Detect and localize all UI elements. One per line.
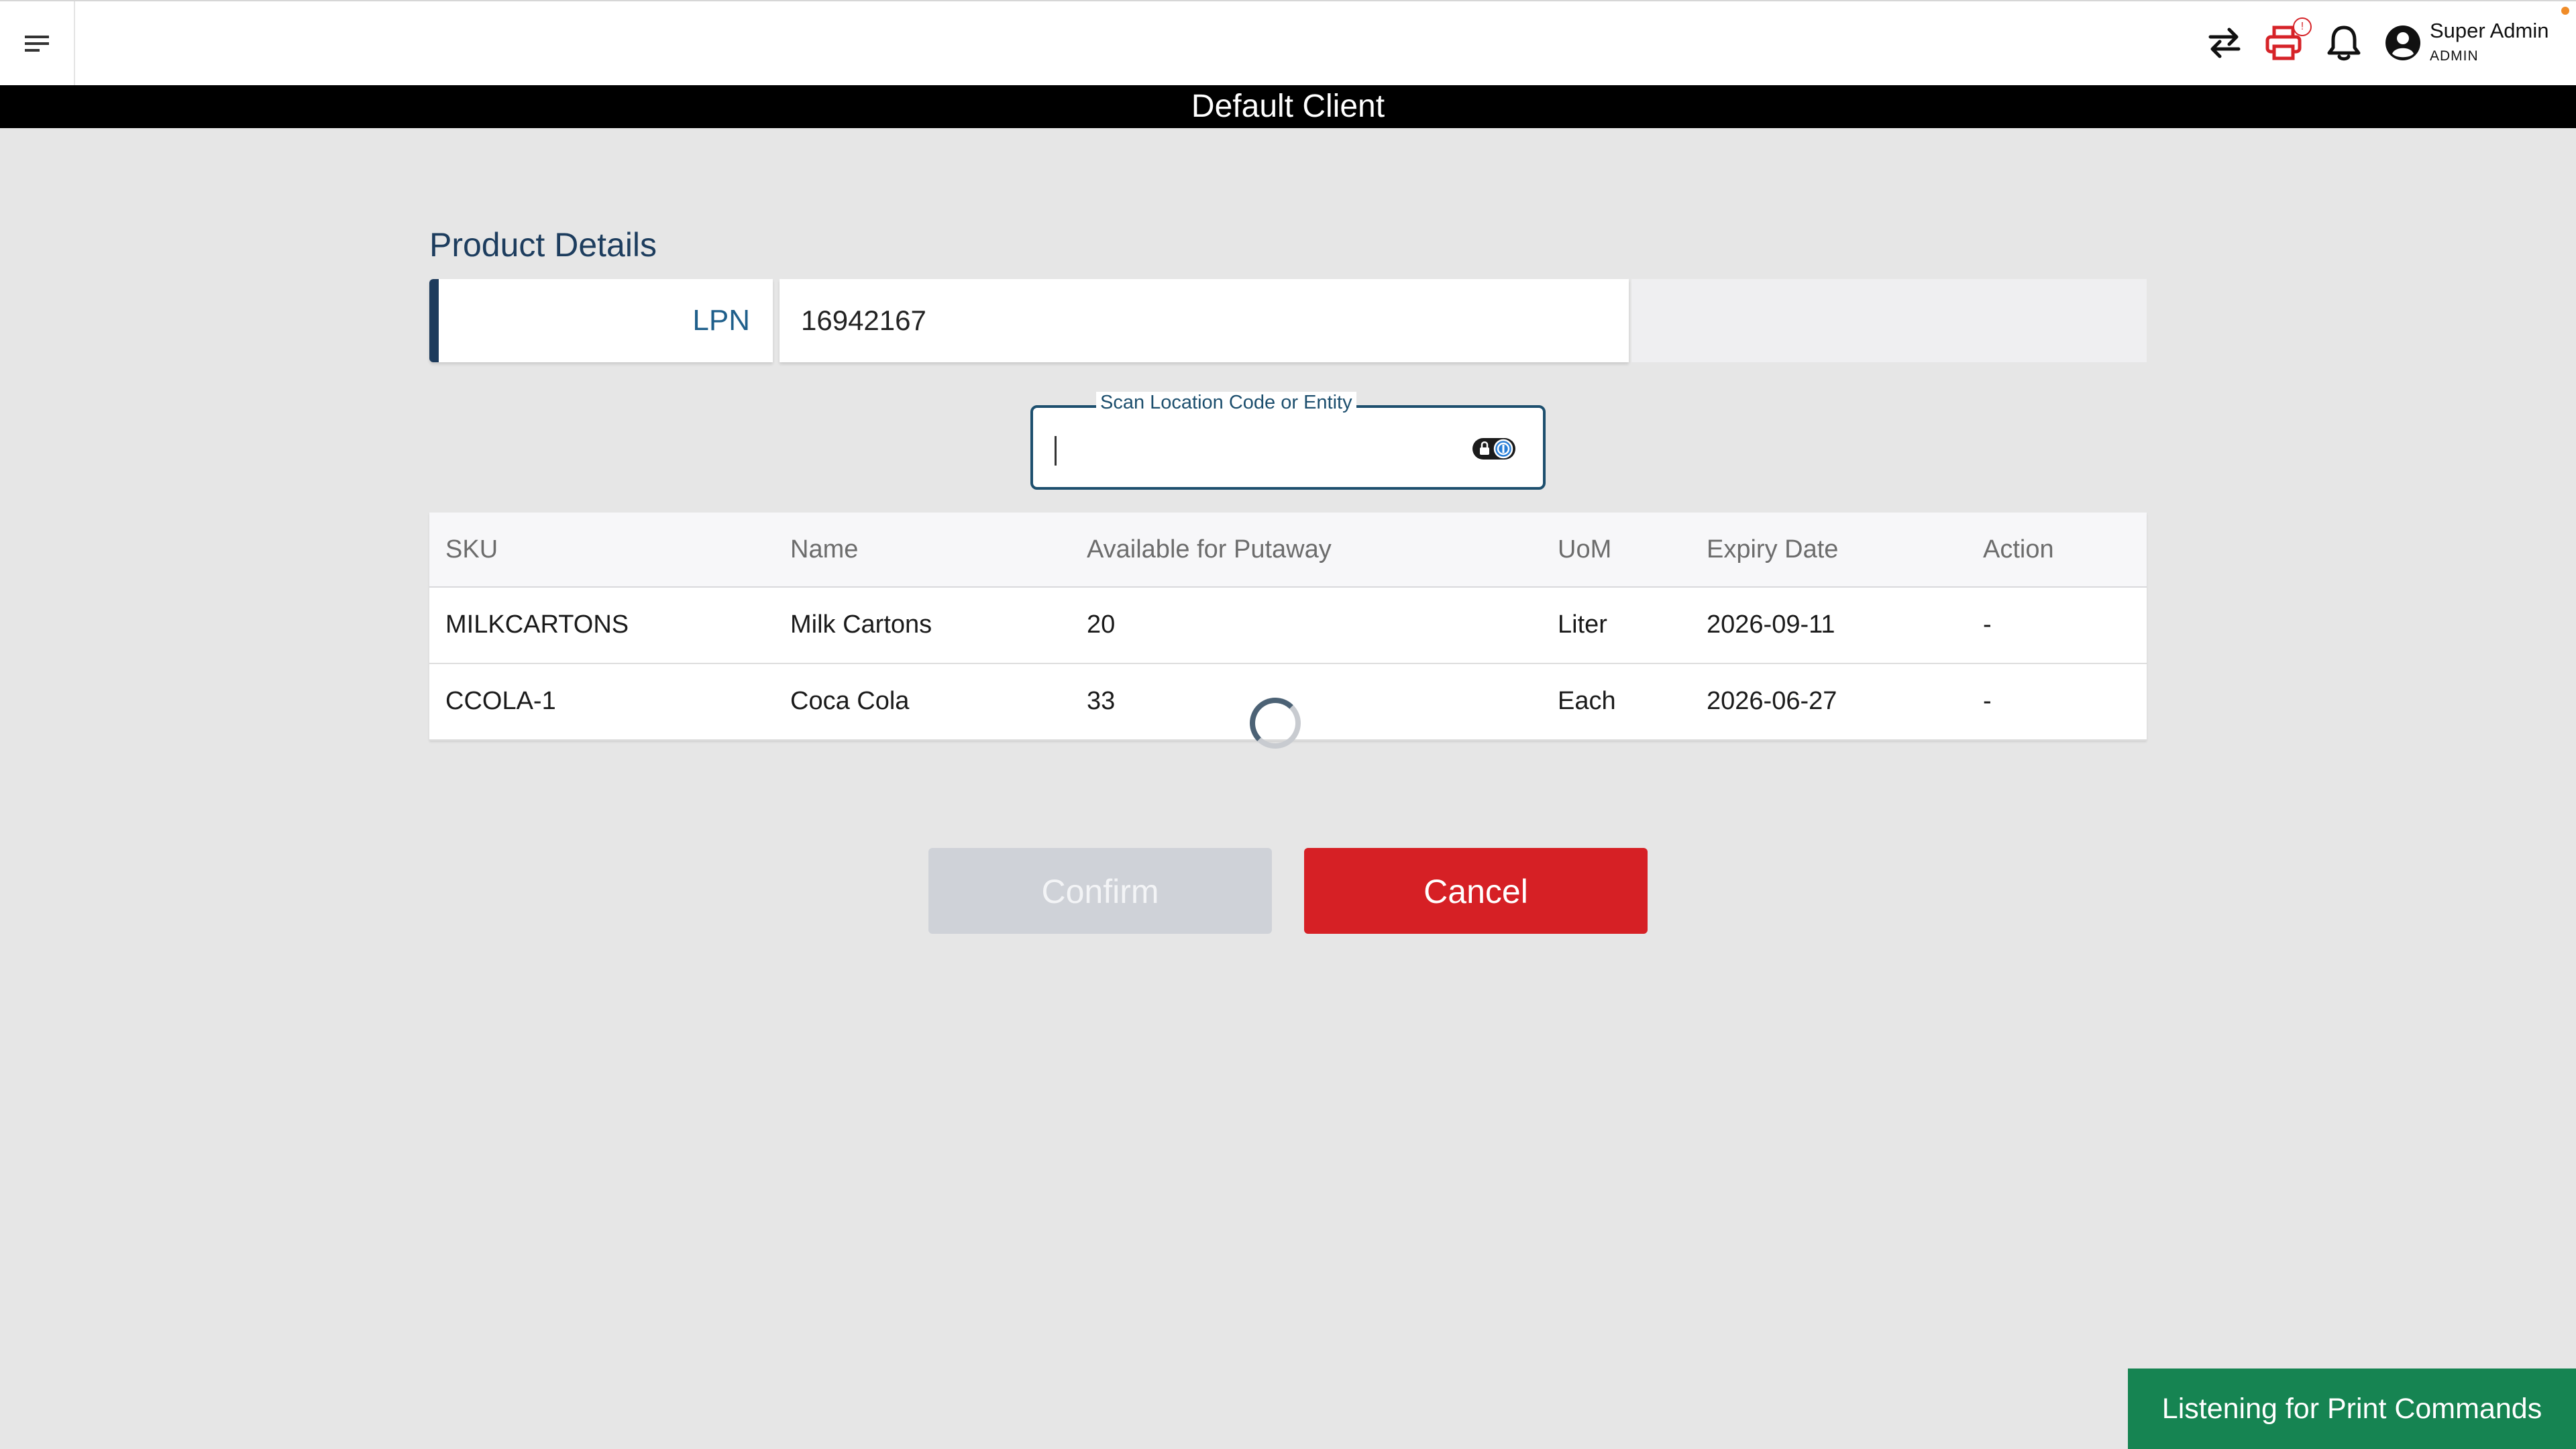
scan-field-label: Scan Location Code or Entity [1096,392,1356,414]
cell-sku: CCOLA-1 [445,687,556,715]
text-caret [1055,436,1057,466]
lpn-label-box: LPN [429,279,773,362]
menu-button[interactable] [0,1,75,85]
scan-location-field[interactable]: Scan Location Code or Entity [1030,392,1546,490]
column-header-available[interactable]: Available for Putaway [1087,513,1332,586]
column-header-sku[interactable]: SKU [445,513,498,586]
account-button[interactable] [2381,21,2424,64]
cell-uom: Each [1558,687,1616,715]
cell-sku: MILKCARTONS [445,610,629,639]
password-manager-icon[interactable] [1472,436,1516,462]
client-banner: Default Client [0,85,2576,128]
table-row[interactable]: MILKCARTONS Milk Cartons 20 Liter 2026-0… [429,588,2147,664]
printer-button[interactable]: ! [2262,17,2312,64]
cell-action: - [1983,687,1992,715]
column-header-expiry[interactable]: Expiry Date [1707,513,1838,586]
cancel-button[interactable]: Cancel [1304,848,1648,934]
swap-button[interactable] [2203,21,2246,64]
cell-expiry: 2026-06-27 [1707,687,1837,715]
status-dot [2561,7,2569,15]
user-name[interactable]: Super Admin [2430,19,2549,43]
cell-uom: Liter [1558,610,1607,639]
account-icon [2385,25,2420,60]
confirm-button[interactable]: Confirm [928,848,1272,934]
cell-available: 33 [1087,687,1116,715]
lpn-value-box: 16942167 [780,279,1629,362]
notifications-button[interactable] [2322,21,2365,64]
cell-name: Coca Cola [790,687,910,715]
lpn-label: LPN [692,304,750,337]
column-header-name[interactable]: Name [790,513,858,586]
cell-available: 20 [1087,610,1116,639]
cell-expiry: 2026-09-11 [1707,610,1835,639]
user-role: ADMIN [2430,48,2479,64]
printer-alert-badge: ! [2293,17,2312,36]
swap-icon [2208,28,2241,58]
lpn-extra-panel [1631,279,2147,362]
table-header: SKU Name Available for Putaway UoM Expir… [429,513,2147,588]
column-header-action: Action [1983,535,2054,564]
loading-spinner-icon [1250,698,1301,749]
bell-icon [2327,25,2361,61]
cell-name: Milk Cartons [790,610,932,639]
lpn-row: LPN 16942167 [429,279,2147,362]
menu-icon [25,35,49,52]
lpn-value: 16942167 [801,305,926,336]
cell-action: - [1983,610,1992,639]
top-bar: ! Super Admin ADMIN [0,0,2576,85]
print-listener-status: Listening for Print Commands [2128,1368,2576,1449]
column-header-uom[interactable]: UoM [1558,513,1611,586]
section-title: Product Details [429,226,657,264]
scan-location-input[interactable] [1048,428,1466,470]
